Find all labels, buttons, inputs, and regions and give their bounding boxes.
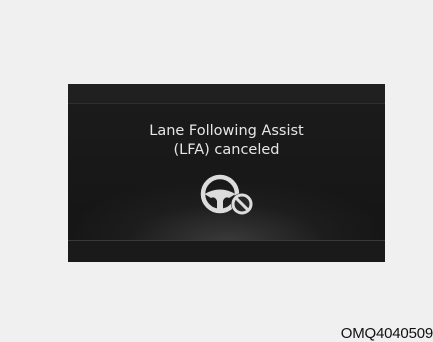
message-line-1: Lane Following Assist (149, 123, 304, 139)
cluster-display: Lane Following Assist (LFA) canceled (68, 84, 385, 262)
display-bottom-band (68, 240, 385, 262)
display-top-band (68, 84, 385, 104)
message-line-2: (LFA) canceled (173, 142, 280, 158)
steering-wheel-canceled-icon (200, 174, 253, 215)
lfa-canceled-message: Lane Following Assist (LFA) canceled (68, 122, 385, 160)
figure-code: OMQ4040509 (340, 325, 433, 342)
